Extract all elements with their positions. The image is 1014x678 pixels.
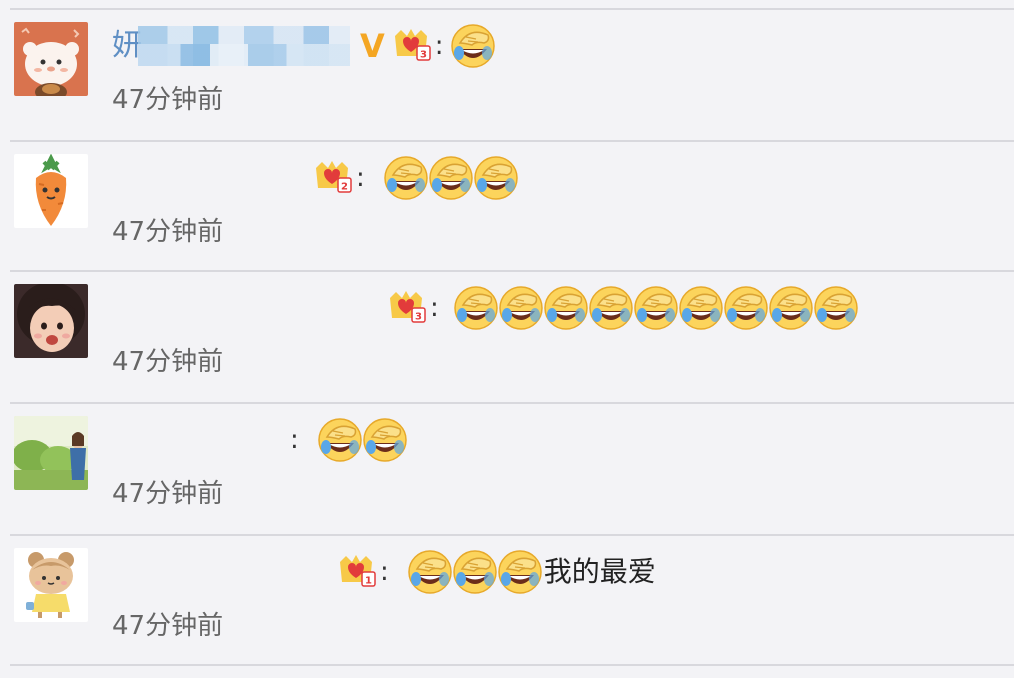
facepalm-laugh-icon	[383, 155, 429, 201]
facepalm-laugh-icon	[768, 285, 814, 331]
member-crown-icon[interactable]: 3	[391, 26, 431, 66]
avatar[interactable]	[14, 416, 88, 490]
emoji-row	[450, 23, 495, 69]
colon: :	[356, 163, 365, 193]
divider	[10, 534, 1014, 536]
verified-badge[interactable]: V	[360, 22, 385, 70]
facepalm-laugh-icon	[723, 285, 769, 331]
colon: :	[430, 293, 439, 323]
emoji-row	[453, 285, 858, 331]
timestamp: 47分钟前	[112, 217, 224, 247]
facepalm-laugh-icon	[497, 549, 543, 595]
facepalm-laugh-icon	[407, 549, 453, 595]
facepalm-laugh-icon	[452, 549, 498, 595]
facepalm-laugh-icon	[450, 23, 496, 69]
facepalm-laugh-icon	[588, 285, 634, 331]
facepalm-laugh-icon	[453, 285, 499, 331]
divider	[10, 402, 1014, 404]
divider	[10, 140, 1014, 142]
divider	[10, 8, 1014, 10]
colon: :	[380, 557, 389, 587]
timestamp: 47分钟前	[112, 611, 224, 641]
comment-header: 3 :	[112, 284, 860, 332]
comment-item: 妍 V 3 : 47分钟前	[0, 22, 1014, 152]
comment-header: 妍 V 3 :	[112, 22, 497, 70]
comment-feed: 妍 V 3 : 47分钟前 2: 47分钟前 3: 47分钟前: 47分钟…	[0, 0, 1014, 666]
colon: :	[290, 425, 299, 455]
emoji-row	[407, 549, 542, 595]
emoji-row	[317, 417, 407, 463]
crown-level: 3	[415, 312, 422, 323]
timestamp: 47分钟前	[112, 479, 224, 509]
facepalm-laugh-icon	[362, 417, 408, 463]
comment-header: 1 : 我的最爱	[112, 548, 656, 596]
avatar[interactable]	[14, 284, 88, 358]
divider	[10, 270, 1014, 272]
comment-item: 2 : 47分钟前	[0, 154, 1014, 284]
facepalm-laugh-icon	[428, 155, 474, 201]
colon: :	[434, 31, 444, 61]
comment-item: 1 : 我的最爱 47分钟前	[0, 548, 1014, 678]
timestamp: 47分钟前	[112, 347, 224, 377]
facepalm-laugh-icon	[473, 155, 519, 201]
crown-level: 3	[420, 50, 427, 61]
member-crown-icon[interactable]: 2	[312, 158, 352, 198]
avatar[interactable]	[14, 548, 88, 622]
emoji-row	[383, 155, 518, 201]
comment-item: 3 : 47分钟前	[0, 284, 1014, 414]
comment-header: :	[112, 416, 409, 464]
facepalm-laugh-icon	[543, 285, 589, 331]
facepalm-laugh-icon	[317, 417, 363, 463]
member-crown-icon[interactable]: 1	[336, 552, 376, 592]
avatar[interactable]	[14, 154, 88, 228]
facepalm-laugh-icon	[813, 285, 859, 331]
facepalm-laugh-icon	[678, 285, 724, 331]
crown-level: 1	[365, 576, 372, 587]
facepalm-laugh-icon	[498, 285, 544, 331]
avatar[interactable]	[14, 22, 88, 96]
facepalm-laugh-icon	[633, 285, 679, 331]
crown-level: 2	[341, 182, 348, 193]
comment-header: 2 :	[112, 154, 520, 202]
username-mosaic	[138, 26, 350, 66]
timestamp: 47分钟前	[112, 85, 224, 115]
comment-text: 我的最爱	[543, 555, 656, 588]
username[interactable]: 妍	[112, 22, 350, 70]
comment-item: : 47分钟前	[0, 416, 1014, 546]
member-crown-icon[interactable]: 3	[386, 288, 426, 328]
